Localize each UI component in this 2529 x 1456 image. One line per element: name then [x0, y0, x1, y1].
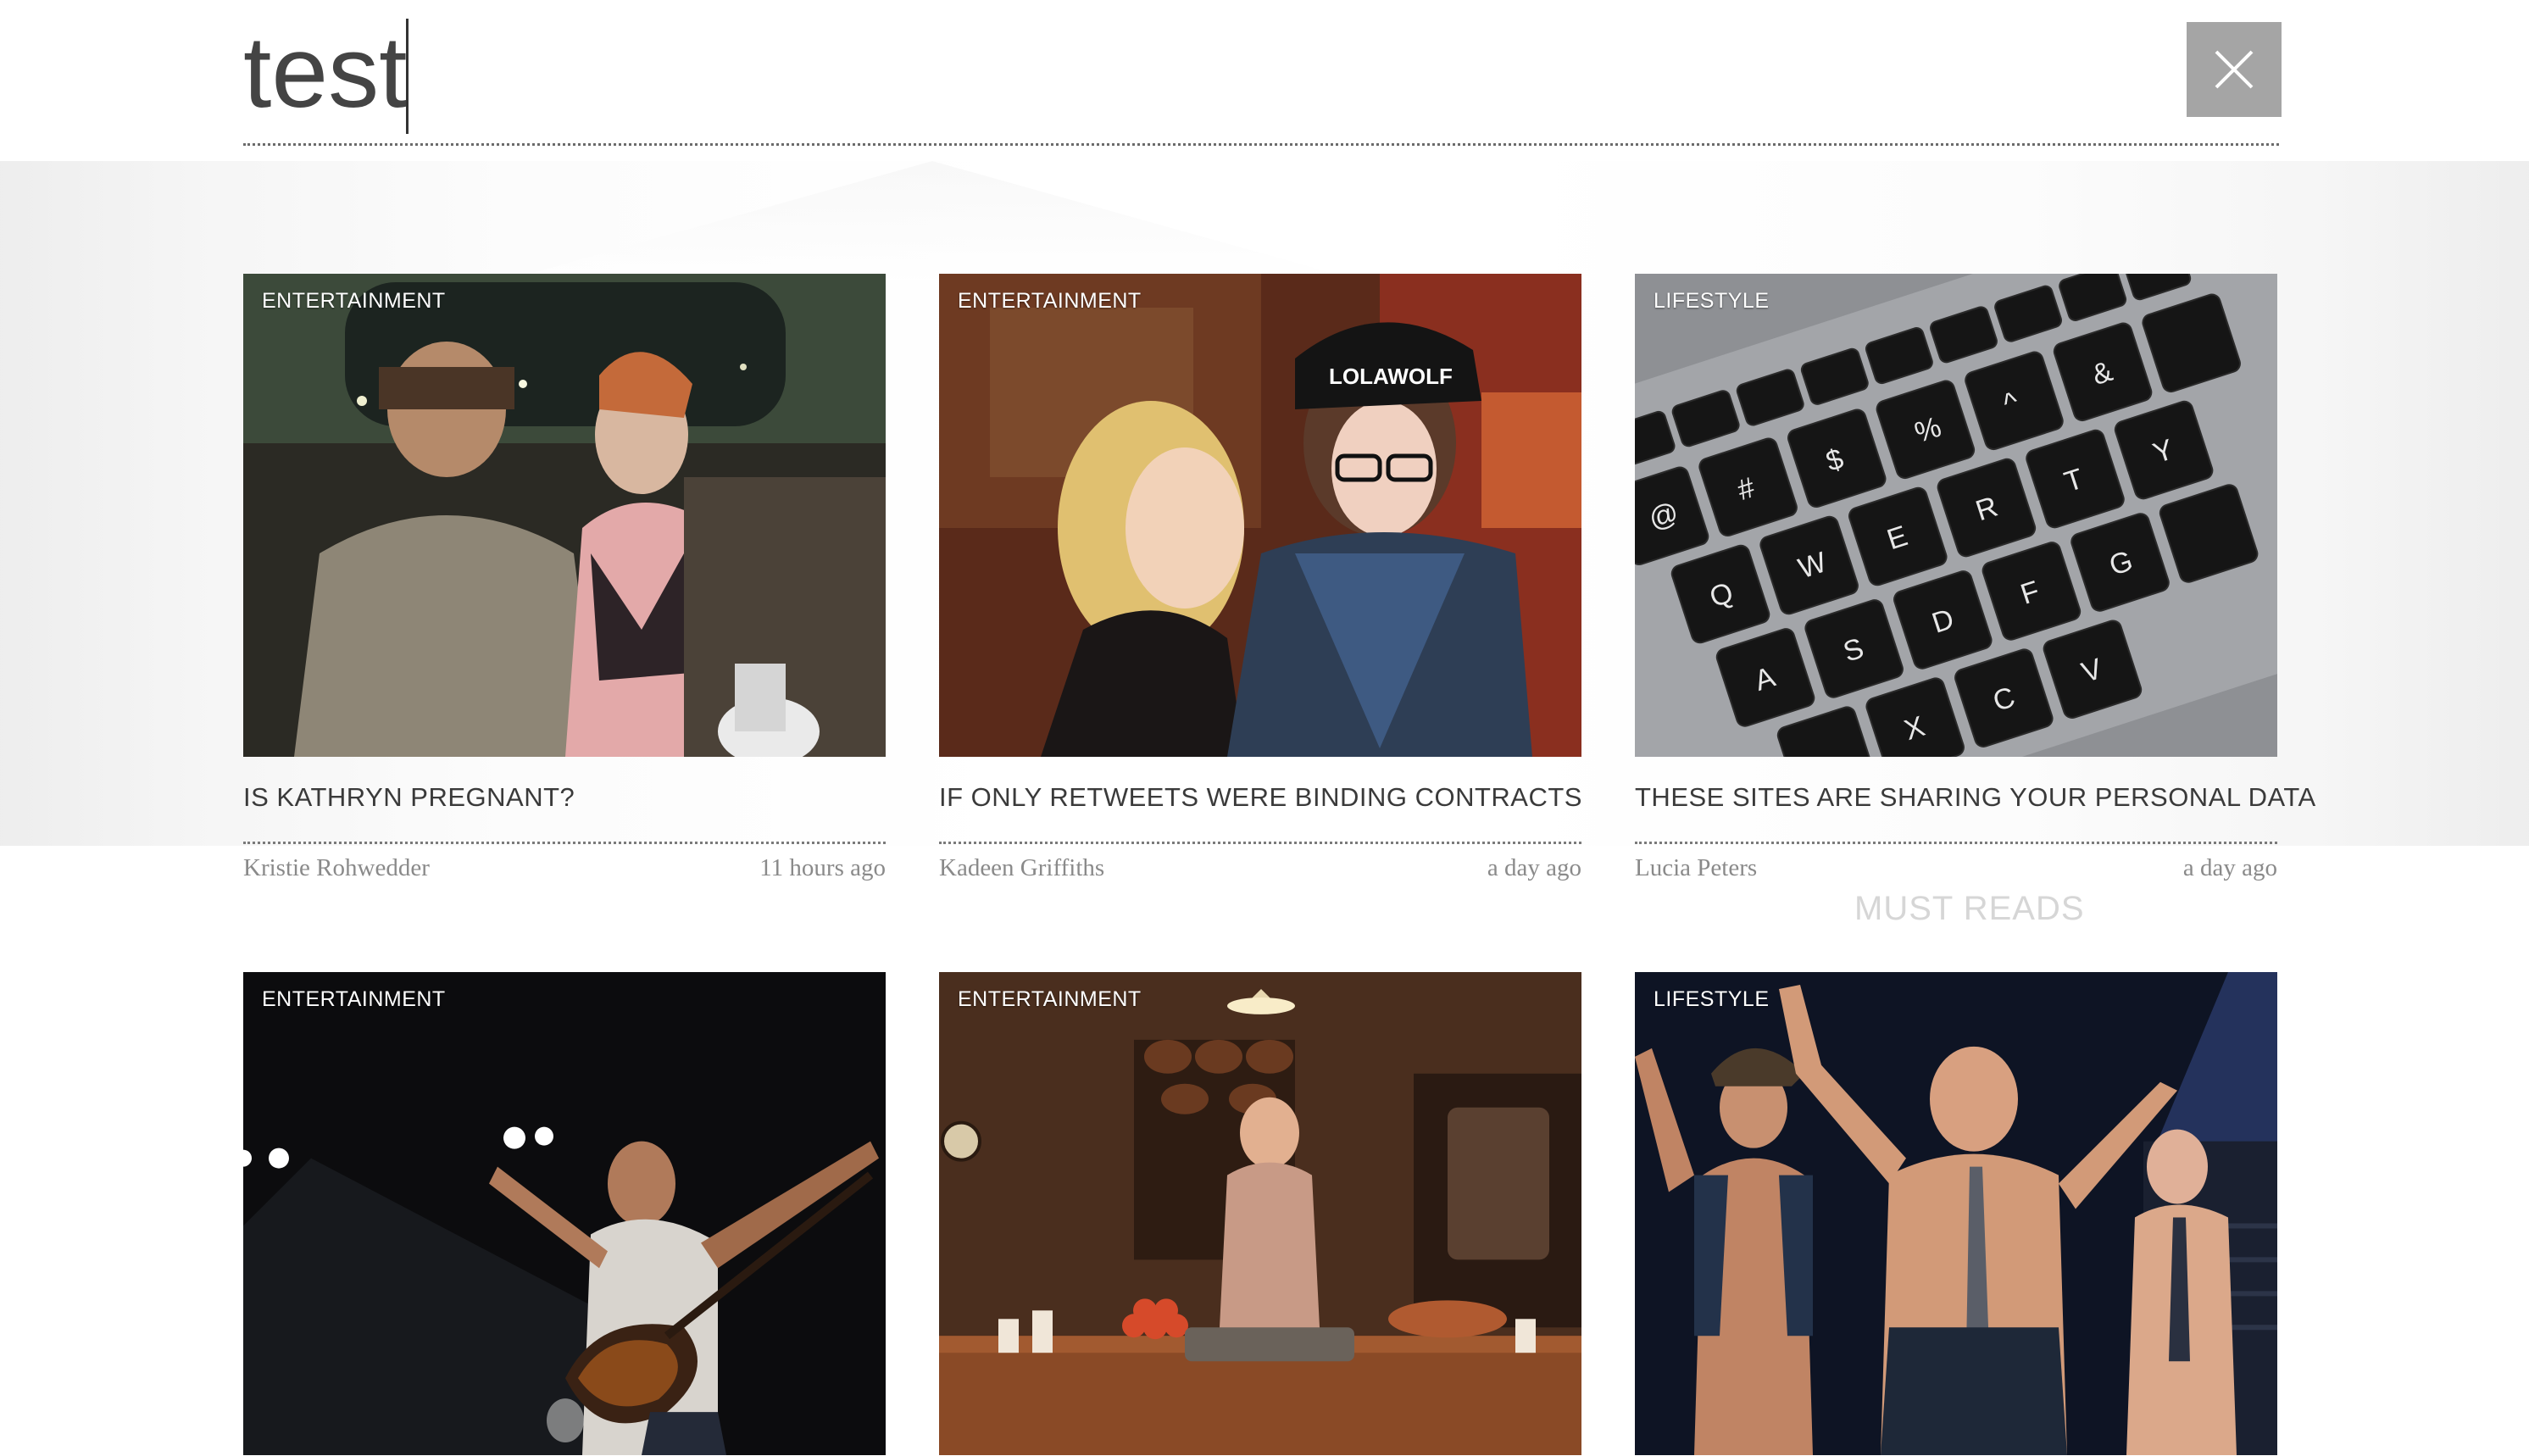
search-bar: [243, 0, 2279, 146]
category-label: ENTERTAINMENT: [958, 289, 1142, 313]
category-label: LIFESTYLE: [1654, 987, 1770, 1011]
timestamp: a day ago: [2182, 854, 2277, 881]
result-card[interactable]: LOLAWOLF ENTERTAINMENT IF ONLY RETWEETS …: [939, 274, 1581, 882]
search-overlay-page: MUST READS test ENTERTAINMENT IS KATHRYN…: [0, 0, 2529, 1456]
result-image[interactable]: ENTERTAINMENT: [939, 972, 1581, 1455]
category-label: ENTERTAINMENT: [958, 987, 1142, 1011]
result-title[interactable]: IS KATHRYN PREGNANT?: [243, 782, 886, 842]
close-search-button[interactable]: [2187, 22, 2282, 117]
author-name[interactable]: Kadeen Griffiths: [939, 854, 1104, 882]
divider: [1635, 842, 2277, 844]
close-icon: [2215, 50, 2254, 89]
category-label: ENTERTAINMENT: [262, 289, 446, 313]
result-card[interactable]: ENTERTAINMENT IS KATHRYN PREGNANT? Krist…: [243, 274, 886, 882]
search-input[interactable]: [243, 8, 2108, 136]
result-image[interactable]: @ # $ % ^ & QWE RTY ASD FG XCV LIFESTYLE: [1635, 274, 2277, 757]
author-name[interactable]: Kristie Rohwedder: [243, 854, 430, 882]
timestamp: 11 hours ago: [759, 854, 886, 881]
divider: [243, 842, 886, 844]
result-title[interactable]: IF ONLY RETWEETS WERE BINDING CONTRACTS: [939, 782, 1581, 842]
timestamp: a day ago: [1487, 854, 1581, 881]
author-name[interactable]: Lucia Peters: [1635, 854, 1757, 882]
result-image[interactable]: ENTERTAINMENT: [243, 274, 886, 757]
result-card[interactable]: LIFESTYLE: [1635, 972, 2277, 1455]
background-section-title: MUST READS: [1854, 890, 2085, 927]
result-image[interactable]: LOLAWOLF ENTERTAINMENT: [939, 274, 1581, 757]
text-caret: [406, 19, 409, 134]
result-image[interactable]: LIFESTYLE: [1635, 972, 2277, 1455]
result-title[interactable]: THESE SITES ARE SHARING YOUR PERSONAL DA…: [1635, 782, 2315, 842]
result-card[interactable]: ENTERTAINMENT: [243, 972, 886, 1455]
divider: [939, 842, 1581, 844]
category-label: LIFESTYLE: [1654, 289, 1770, 313]
result-image[interactable]: ENTERTAINMENT: [243, 972, 886, 1455]
result-card[interactable]: ENTERTAINMENT: [939, 972, 1581, 1455]
result-card[interactable]: @ # $ % ^ & QWE RTY ASD FG XCV LIFESTYLE THE…: [1635, 274, 2315, 882]
category-label: ENTERTAINMENT: [262, 987, 446, 1011]
svg-text:LOLAWOLF: LOLAWOLF: [1329, 364, 1453, 389]
